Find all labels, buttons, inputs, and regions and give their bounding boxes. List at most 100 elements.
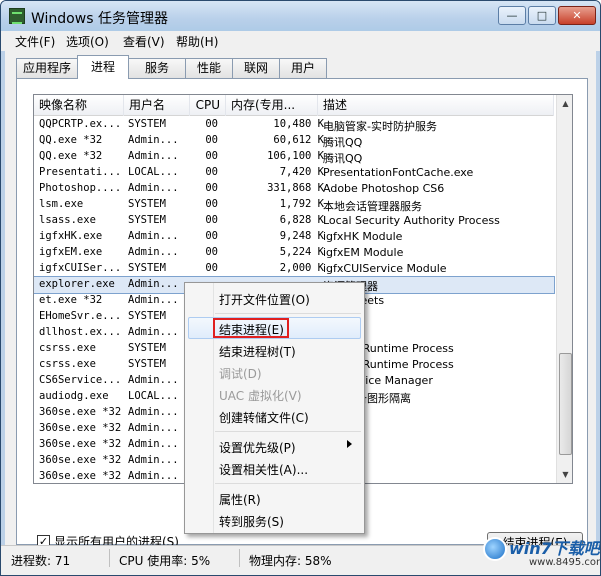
user-name-cell: LOCAL... [128, 166, 179, 178]
cpu-cell: 00 [205, 134, 218, 146]
memory-cell: 5,224 K [279, 246, 324, 258]
close-button[interactable]: ✕ [558, 6, 596, 25]
process-name-cell: csrss.exe [39, 358, 96, 370]
table-row[interactable]: QQ.exe *32 Admin... 00 60,612 K 腾讯QQ [34, 133, 554, 149]
table-row[interactable]: igfxCUISer... SYSTEM 00 2,000 KigfxCUIServi… [34, 261, 554, 277]
process-name-cell: explorer.exe [39, 278, 115, 290]
menu-debug: 调试(D) [219, 367, 262, 381]
task-manager-window: Windows 任务管理器 — □ ✕ 文件(F) 选项(O) 查看(V) 帮助… [0, 0, 601, 576]
title-bar[interactable]: Windows 任务管理器 — □ ✕ [1, 1, 600, 31]
table-row[interactable]: Presentati... LOCAL... 00 7,420 K Presentati… [34, 165, 554, 181]
tab-applications[interactable]: 应用程序 [16, 58, 78, 78]
vertical-scrollbar[interactable]: ▲ ▼ [556, 95, 572, 483]
table-row[interactable]: lsm.exe SYSTEM 00 1,792 K 本地会话管理器服务 [34, 197, 554, 213]
menu-set-affinity[interactable]: 设置相关性(A)... [219, 461, 308, 478]
user-name-cell: SYSTEM [128, 214, 166, 226]
tab-performance[interactable]: 性能 [185, 58, 233, 78]
cpu-cell: 00 [205, 118, 218, 130]
column-header-row: 映像名称 用户名 CPU 内存(专用... 描述 [34, 95, 554, 116]
process-name-cell: et.exe *32 [39, 294, 103, 306]
table-row[interactable]: QQPCRTP.ex... SYSTEM 00 10,480 K 电脑管家-实时防护服务 [34, 117, 554, 133]
menu-options[interactable]: 选项(O) [66, 33, 109, 50]
cpu-cell: 00 [205, 214, 218, 226]
memory-cell: 9,248 K [279, 230, 324, 242]
menu-properties[interactable]: 属性(R) [219, 491, 261, 508]
menu-go-to-service[interactable]: 转到服务(S) [219, 513, 284, 530]
menu-help[interactable]: 帮助(H) [176, 33, 218, 50]
menu-separator [215, 313, 361, 314]
user-name-cell: Admin... [128, 246, 179, 258]
minimize-button[interactable]: — [498, 6, 526, 25]
process-name-cell: Photoshop.... [39, 182, 122, 194]
user-name-cell: Admin... [128, 406, 179, 418]
process-name-cell: igfxHK.exe [39, 230, 103, 242]
menu-separator [215, 431, 361, 432]
user-name-cell: SYSTEM [128, 342, 166, 354]
watermark-text: win7下载吧 [509, 539, 600, 558]
menu-view[interactable]: 查看(V) [123, 33, 165, 50]
column-cpu[interactable]: CPU [190, 95, 226, 116]
process-name-cell: dllhost.ex... [39, 326, 122, 338]
context-menu: 打开文件位置(O) 结束进程(E) 结束进程树(T) 调试(D) UAC 虚拟化… [184, 282, 365, 534]
process-name-cell: Presentati... [39, 166, 122, 178]
user-name-cell: Admin... [128, 278, 179, 290]
process-name-cell: lsass.exe [39, 214, 96, 226]
scroll-thumb[interactable] [559, 353, 572, 455]
table-row[interactable]: Photoshop.... Admin... 00 331,868 K Adobe Ph… [34, 181, 554, 197]
table-row[interactable]: lsass.exe SYSTEM 00 6,828 K Local Security A… [34, 213, 554, 229]
status-cpu-usage: CPU 使用率: 5% [119, 554, 211, 568]
process-name-cell: 360se.exe *32 [39, 422, 122, 434]
process-name-cell: 360se.exe *32 [39, 406, 122, 418]
tab-users[interactable]: 用户 [279, 58, 327, 78]
cpu-cell: 00 [205, 262, 218, 274]
menu-end-process-tree[interactable]: 结束进程树(T) [219, 343, 296, 360]
description-cell: Local Security Authority Process [323, 214, 500, 227]
menu-file[interactable]: 文件(F) [15, 33, 55, 50]
description-cell: igfxCUIService Module [323, 262, 447, 275]
user-name-cell: Admin... [128, 326, 179, 338]
user-name-cell: SYSTEM [128, 358, 166, 370]
process-name-cell: igfxCUISer... [39, 262, 122, 274]
menu-set-priority[interactable]: 设置优先级(P) [219, 439, 296, 456]
status-separator [239, 549, 240, 567]
column-image-name[interactable]: 映像名称 [34, 95, 124, 116]
memory-cell: 10,480 K [273, 118, 324, 130]
table-row[interactable]: igfxHK.exe Admin... 00 9,248 KigfxHK Module [34, 229, 554, 245]
cpu-cell: 00 [205, 150, 218, 162]
menu-bar: 文件(F) 选项(O) 查看(V) 帮助(H) [1, 31, 600, 51]
tab-networking[interactable]: 联网 [232, 58, 280, 78]
cpu-cell: 00 [205, 198, 218, 210]
window-title: Windows 任务管理器 [31, 11, 168, 27]
process-name-cell: CS6Service... [39, 374, 122, 386]
user-name-cell: Admin... [128, 422, 179, 434]
cpu-cell: 00 [205, 166, 218, 178]
menu-uac-virtualization: UAC 虚拟化(V) [219, 389, 302, 403]
user-name-cell: SYSTEM [128, 310, 166, 322]
user-name-cell: SYSTEM [128, 198, 166, 210]
tab-processes[interactable]: 进程 [77, 55, 129, 79]
user-name-cell: Admin... [128, 374, 179, 386]
description-cell: Adobe Photoshop CS6 [323, 182, 445, 195]
process-name-cell: audiodg.exe [39, 390, 109, 402]
column-memory[interactable]: 内存(专用... [226, 95, 318, 116]
table-row[interactable]: QQ.exe *32 Admin... 00 106,100 K 腾讯QQ [34, 149, 554, 165]
column-user-name[interactable]: 用户名 [124, 95, 190, 116]
tab-services[interactable]: 服务 [128, 58, 186, 78]
maximize-button[interactable]: □ [528, 6, 556, 25]
column-description[interactable]: 描述 [318, 95, 554, 116]
user-name-cell: SYSTEM [128, 118, 166, 130]
memory-cell: 2,000 K [279, 262, 324, 274]
menu-open-file-location[interactable]: 打开文件位置(O) [219, 291, 310, 308]
description-cell: igfxEM Module [323, 246, 404, 259]
watermark-url: www.8495.com [529, 557, 601, 568]
scroll-down-icon[interactable]: ▼ [557, 466, 572, 483]
menu-create-dump-file[interactable]: 创建转储文件(C) [219, 409, 309, 426]
table-row[interactable]: igfxEM.exe Admin... 00 5,224 KigfxEM Module [34, 245, 554, 261]
scroll-up-icon[interactable]: ▲ [557, 95, 572, 112]
menu-end-process[interactable]: 结束进程(E) [219, 321, 284, 338]
cpu-cell: 00 [205, 246, 218, 258]
user-name-cell: Admin... [128, 470, 179, 482]
description-cell: 腾讯QQ [323, 152, 363, 165]
site-watermark: win7下载吧 www.8495.com [479, 535, 601, 575]
memory-cell: 106,100 K [267, 150, 324, 162]
